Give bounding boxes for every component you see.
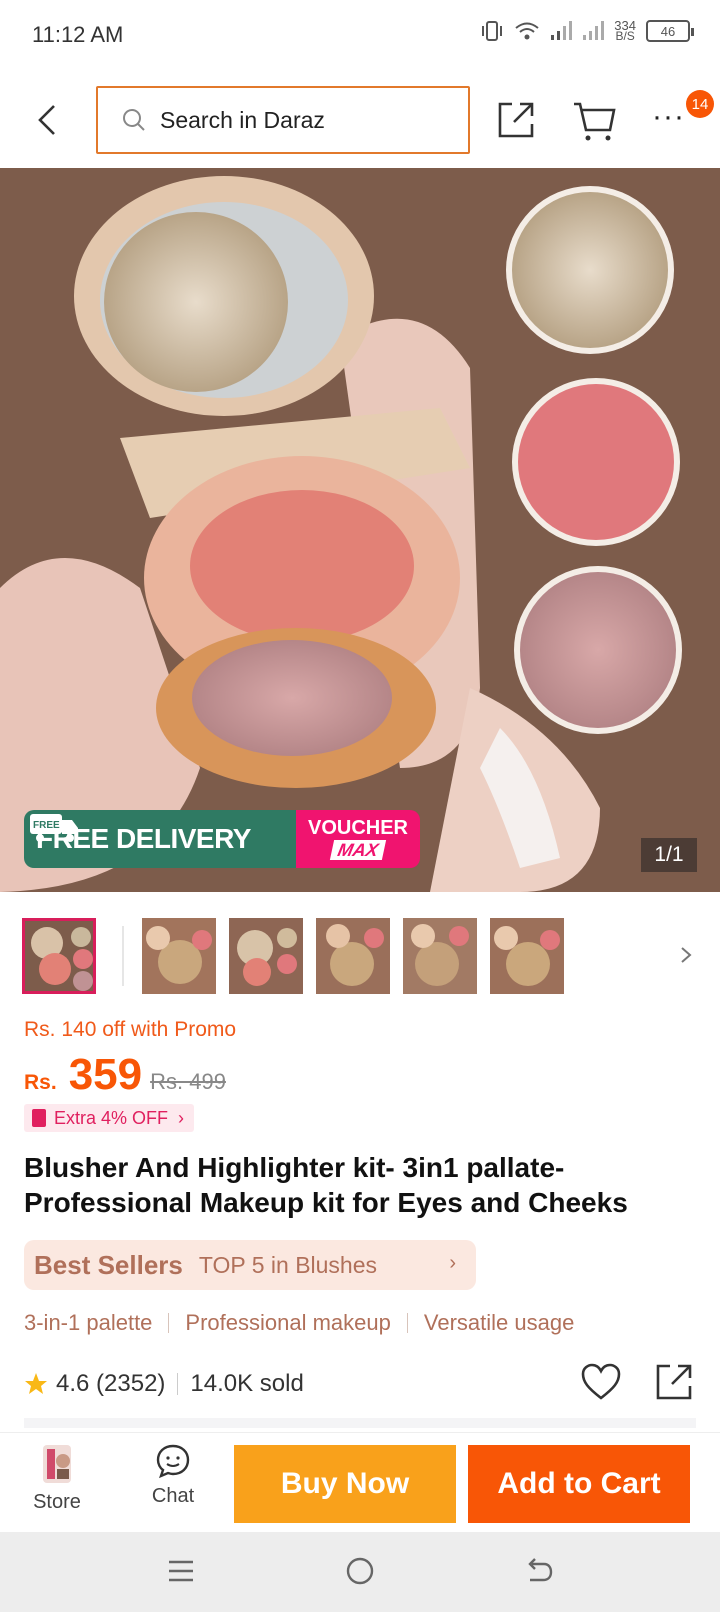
store-button[interactable]: Store — [22, 1443, 92, 1523]
promo-banner: FREE FREE DELIVERY VOUCHER MAX — [24, 810, 420, 868]
product-image[interactable]: FREE FREE DELIVERY VOUCHER MAX 1/1 — [0, 168, 720, 892]
cart-icon[interactable] — [572, 98, 616, 142]
feature-tags: 3-in-1 palette Professional makeup Versa… — [24, 1310, 574, 1336]
battery-icon: 46 — [646, 20, 694, 42]
feature-divider — [168, 1313, 170, 1333]
net-speed-unit: B/S — [615, 29, 635, 43]
feature-tag: 3-in-1 palette — [24, 1310, 153, 1335]
star-icon — [25, 1373, 47, 1394]
menu-icon[interactable] — [166, 1554, 196, 1588]
rating-value[interactable]: 4.6 (2352) — [56, 1370, 165, 1398]
best-sellers-rank: TOP 5 in Blushes — [198, 1251, 378, 1278]
more-button[interactable]: ··· 14 — [652, 90, 714, 133]
store-icon — [43, 1445, 71, 1483]
product-photo — [0, 168, 720, 892]
thumbnail-5[interactable] — [403, 918, 477, 994]
promo-discount-text: Rs. 140 off with Promo — [24, 1018, 237, 1041]
original-price: Rs. 499 — [150, 1069, 226, 1094]
more-icon: ··· — [652, 100, 685, 133]
share-icon[interactable] — [654, 1362, 694, 1402]
rating-row: 4.6 (2352) 14.0K sold — [24, 1362, 704, 1406]
share-icon[interactable] — [496, 100, 536, 140]
chevron-right-icon: › — [449, 1252, 456, 1274]
price-currency: Rs. — [24, 1071, 57, 1094]
best-sellers-badge[interactable]: Best Sellers TOP 5 in Blushes › — [24, 1240, 476, 1290]
notification-badge: 14 — [686, 90, 714, 118]
thumbnail-1[interactable] — [22, 918, 96, 994]
buy-now-button[interactable]: Buy Now — [234, 1445, 456, 1523]
wifi-icon — [515, 22, 539, 40]
chat-label: Chat — [151, 1485, 195, 1507]
thumbnail-strip — [0, 916, 720, 996]
signal-icon-1 — [551, 21, 573, 40]
search-icon — [123, 109, 145, 131]
image-page-counter: 1/1 — [641, 838, 697, 872]
thumbnail-4[interactable] — [316, 918, 390, 994]
system-nav-bar — [0, 1532, 720, 1612]
free-delivery-badge: FREE FREE DELIVERY — [24, 810, 296, 868]
voucher-tag-icon — [32, 1109, 46, 1127]
free-tag: FREE — [33, 820, 60, 831]
chat-button[interactable]: Chat — [138, 1443, 208, 1523]
signal-icon-2 — [583, 21, 605, 40]
vibrate-icon — [482, 21, 503, 41]
home-icon[interactable] — [345, 1554, 375, 1588]
thumbnail-3[interactable] — [229, 918, 303, 994]
battery-level: 46 — [660, 23, 676, 39]
extra-off-text: Extra 4% OFF — [54, 1107, 169, 1128]
price-row: Rs. 359 Rs. 499 — [24, 1050, 226, 1100]
add-to-cart-button[interactable]: Add to Cart — [468, 1445, 690, 1523]
voucher-max-badge: VOUCHER MAX — [296, 810, 420, 868]
bottom-action-bar: Store Chat Buy Now Add to Cart — [0, 1432, 720, 1532]
search-input[interactable]: Search in Daraz — [96, 86, 470, 154]
feature-divider — [406, 1313, 408, 1333]
extra-off-badge[interactable]: Extra 4% OFF › — [24, 1104, 195, 1132]
feature-tag: Professional makeup — [185, 1310, 391, 1335]
voucher-text: VOUCHER — [307, 817, 408, 839]
back-nav-icon[interactable] — [524, 1554, 554, 1588]
back-arrow-icon[interactable] — [30, 100, 66, 140]
net-speed: 334 B/S — [614, 19, 636, 43]
thumbnail-2[interactable] — [142, 918, 216, 994]
status-time: 11:12 AM — [32, 22, 124, 47]
best-sellers-label: Best Sellers — [34, 1249, 183, 1280]
search-placeholder: Search in Daraz — [160, 106, 325, 133]
status-icons: 334 B/S 46 — [480, 19, 694, 43]
chat-icon — [156, 1444, 190, 1479]
voucher-max-text: MAX — [329, 840, 387, 860]
chevron-right-icon: › — [178, 1107, 185, 1128]
sold-count: 14.0K sold — [190, 1370, 304, 1397]
chevron-right-icon[interactable] — [676, 942, 696, 968]
price-value: 359 — [68, 1050, 143, 1099]
header: Search in Daraz ··· 14 — [0, 72, 720, 168]
delivery-truck-icon: FREE — [30, 814, 78, 842]
store-label: Store — [33, 1491, 81, 1513]
thumbnail-6[interactable] — [490, 918, 564, 994]
feature-tag: Versatile usage — [423, 1310, 575, 1335]
product-title: Blusher And Highlighter kit- 3in1 pallat… — [24, 1152, 628, 1218]
thumbnail-divider — [122, 926, 124, 986]
status-bar: 11:12 AM 334 B/S 46 — [0, 0, 720, 72]
rating-divider — [177, 1373, 179, 1395]
heart-icon[interactable] — [580, 1362, 622, 1402]
section-divider — [24, 1418, 696, 1428]
